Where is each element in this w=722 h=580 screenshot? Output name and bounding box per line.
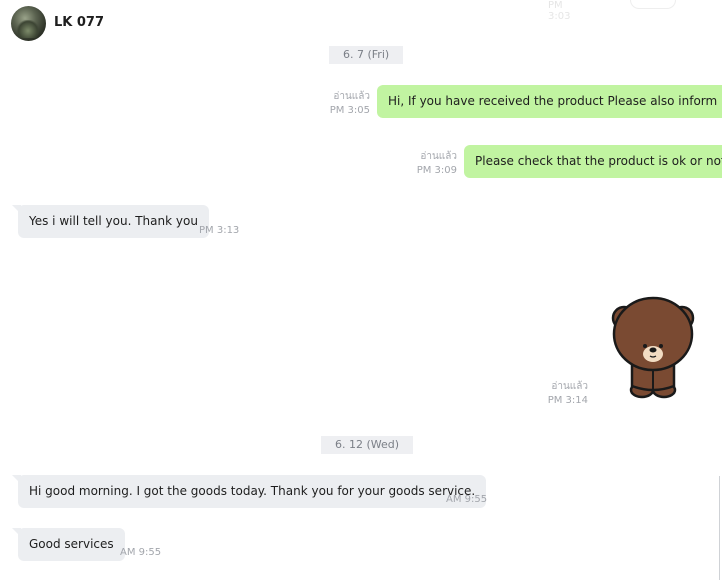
message-meta: อ่านแล้ว PM 3:05: [318, 90, 370, 118]
message-time: PM 3:14: [547, 395, 588, 406]
faded-sticker-edge: [630, 0, 676, 9]
read-receipt: อ่านแล้ว: [333, 91, 370, 102]
brown-bear-sticker-icon[interactable]: [606, 294, 700, 404]
message-time: PM 3:13: [199, 225, 240, 236]
incoming-message-bubble[interactable]: Yes i will tell you. Thank you: [12, 205, 209, 238]
scrollbar-edge[interactable]: [719, 476, 720, 580]
read-receipt: อ่านแล้ว: [420, 151, 457, 162]
contact-avatar[interactable]: [11, 6, 46, 41]
chat-header: LK 077 PM 3:03: [0, 0, 722, 46]
message-time: PM 3:09: [416, 165, 457, 176]
message-time: AM 9:55: [120, 547, 162, 558]
message-meta: อ่านแล้ว PM 3:09: [405, 150, 457, 178]
contact-name[interactable]: LK 077: [54, 15, 104, 30]
message-meta: อ่านแล้ว PM 3:14: [536, 380, 588, 408]
message-time: AM 9:55: [446, 494, 488, 505]
date-separator: 6. 12 (Wed): [321, 436, 414, 454]
outgoing-message-bubble[interactable]: Please check that the product is ok or n…: [464, 145, 722, 178]
incoming-message-bubble[interactable]: Hi good morning. I got the goods today. …: [11, 475, 487, 508]
read-receipt: อ่านแล้ว: [551, 381, 588, 392]
outgoing-message-bubble[interactable]: Hi, If you have received the product Ple…: [377, 85, 722, 118]
message-time: PM 3:05: [329, 105, 370, 116]
incoming-message-bubble[interactable]: Good services: [12, 528, 125, 561]
faded-timestamp: PM 3:03: [548, 0, 571, 22]
date-separator: 6. 7 (Fri): [329, 46, 404, 64]
